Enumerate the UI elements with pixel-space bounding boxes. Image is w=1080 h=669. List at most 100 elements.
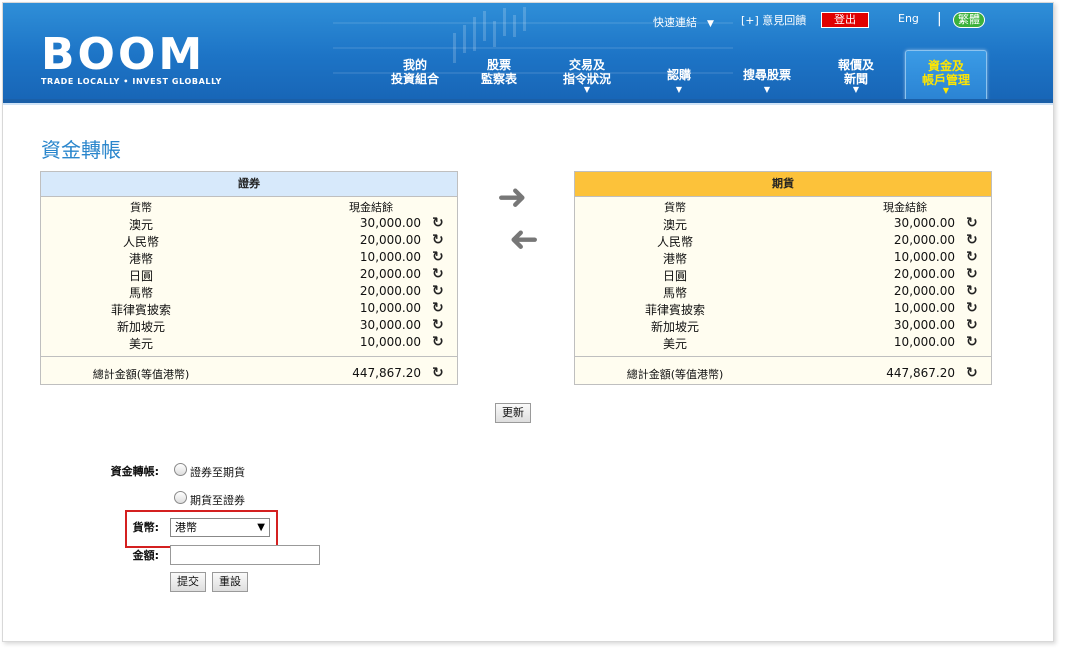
reset-button[interactable]: 重設 (212, 572, 248, 592)
update-button[interactable]: 更新 (495, 403, 531, 423)
radio-futures-to-securities[interactable] (174, 491, 187, 504)
refresh-icon[interactable]: ↻ (966, 318, 980, 333)
currency-name: 日圓 (662, 269, 687, 283)
refresh-icon[interactable]: ↻ (966, 250, 980, 265)
cash-balance: 20,000.00 (893, 267, 955, 281)
divider (41, 356, 457, 357)
currency-name: 新加坡元 (650, 320, 699, 334)
nav-label: 認購 (666, 68, 691, 82)
balance-row: 港幣 10,000.00 ↻ (575, 250, 991, 267)
refresh-icon[interactable]: ↻ (966, 216, 980, 231)
refresh-icon[interactable]: ↻ (966, 284, 980, 299)
feedback-link[interactable]: [+] 意見回饋 (741, 12, 806, 28)
chevron-down-icon: ▼ (583, 85, 591, 94)
currency-select[interactable]: 港幣 ▼ (170, 518, 270, 537)
cash-balance: 30,000.00 (893, 318, 955, 332)
radio-securities-to-futures[interactable] (174, 463, 187, 476)
nav-funds-account[interactable]: 資金及 帳戶管理 ▼ (905, 50, 987, 104)
balance-row: 美元 10,000.00 ↻ (575, 335, 991, 352)
refresh-icon[interactable]: ↻ (432, 267, 446, 282)
page-title: 資金轉帳 (41, 138, 121, 162)
amount-label: 金額: (132, 549, 159, 562)
amount-input[interactable] (170, 545, 320, 565)
currency-name: 馬幣 (662, 286, 687, 300)
balance-row: 日圓 20,000.00 ↻ (575, 267, 991, 284)
cash-column-header: 現金結餘 (883, 201, 927, 214)
transfer-direction-arrows: ➜ ➜ (497, 177, 539, 261)
nav-watchlist[interactable]: 股票 監察表 (459, 58, 539, 86)
nav-stock-search[interactable]: 搜尋股票 ▼ (727, 68, 807, 94)
arrow-left-icon: ➜ (508, 219, 539, 260)
boom-logo[interactable]: BOOM TRADE LOCALLY • INVEST GLOBALLY (41, 33, 222, 87)
cash-balance: 10,000.00 (893, 250, 955, 264)
radio-securities-to-futures-label: 證券至期貨 (190, 466, 245, 479)
cash-balance: 20,000.00 (893, 284, 955, 298)
header-bar: BOOM TRADE LOCALLY • INVEST GLOBALLY 快速連… (3, 3, 1053, 104)
currency-label: 貨幣: (132, 521, 159, 534)
refresh-icon[interactable]: ↻ (432, 318, 446, 333)
balance-row: 澳元 30,000.00 ↻ (41, 216, 457, 233)
nav-quotes-news[interactable]: 報價及 新聞 ▼ (816, 58, 896, 94)
balance-row: 人民幣 20,000.00 ↻ (41, 233, 457, 250)
currency-column-header: 貨幣 (664, 201, 686, 214)
refresh-icon[interactable]: ↻ (966, 366, 980, 381)
nav-ipo[interactable]: 認購 ▼ (639, 68, 719, 94)
chevron-down-icon: ▼ (942, 86, 950, 95)
balance-row: 美元 10,000.00 ↻ (41, 335, 457, 352)
currency-name: 馬幣 (128, 286, 153, 300)
refresh-icon[interactable]: ↻ (966, 267, 980, 282)
nav-label: 指令狀況 (562, 72, 611, 86)
refresh-icon[interactable]: ↻ (432, 233, 446, 248)
refresh-icon[interactable]: ↻ (432, 216, 446, 231)
balance-row: 新加坡元 30,000.00 ↻ (575, 318, 991, 335)
currency-column-header: 貨幣 (130, 201, 152, 214)
nav-label: 我的 (402, 58, 427, 72)
balance-row: 日圓 20,000.00 ↻ (41, 267, 457, 284)
currency-select-value: 港幣 (175, 521, 197, 534)
chevron-down-icon: ▼ (763, 85, 771, 94)
currency-name: 新加坡元 (116, 320, 165, 334)
cash-balance: 30,000.00 (359, 216, 421, 230)
divider: | (937, 11, 942, 27)
nav-label: 股票 (486, 58, 511, 72)
column-header-row: 貨幣 現金結餘 (41, 199, 457, 216)
refresh-icon[interactable]: ↻ (966, 233, 980, 248)
futures-panel: 期貨 貨幣 現金結餘 澳元 30,000.00 ↻ 人民幣 20,000.00 … (574, 171, 992, 385)
cash-balance: 10,000.00 (359, 335, 421, 349)
balance-row: 港幣 10,000.00 ↻ (41, 250, 457, 267)
quick-links-label: 快速連結 (653, 16, 697, 29)
balance-row: 新加坡元 30,000.00 ↻ (41, 318, 457, 335)
refresh-icon[interactable]: ↻ (966, 301, 980, 316)
currency-name: 港幣 (128, 252, 153, 266)
header-underline-light (3, 103, 1053, 105)
balance-row: 菲律賓披索 10,000.00 ↻ (575, 301, 991, 318)
currency-name: 菲律賓披索 (110, 303, 171, 317)
total-row: 總計金額(等值港幣) 447,867.20 ↻ (41, 366, 457, 383)
total-label: 總計金額(等值港幣) (92, 368, 190, 381)
refresh-icon[interactable]: ↻ (432, 366, 446, 381)
lang-traditional-chinese-badge[interactable]: 繁體 (953, 12, 985, 28)
chevron-down-icon: ▼ (707, 19, 714, 29)
refresh-icon[interactable]: ↻ (432, 284, 446, 299)
radio-futures-to-securities-label: 期貨至證券 (190, 494, 245, 507)
nav-trade-orders[interactable]: 交易及 指令狀況 ▼ (547, 58, 627, 94)
submit-button[interactable]: 提交 (170, 572, 206, 592)
refresh-icon[interactable]: ↻ (966, 335, 980, 350)
currency-name: 美元 (128, 337, 153, 351)
cash-balance: 20,000.00 (359, 284, 421, 298)
page-frame: BOOM TRADE LOCALLY • INVEST GLOBALLY 快速連… (2, 2, 1054, 642)
logo-tagline: TRADE LOCALLY • INVEST GLOBALLY (41, 77, 222, 86)
nav-label: 投資組合 (390, 72, 439, 86)
currency-name: 人民幣 (122, 235, 159, 249)
refresh-icon[interactable]: ↻ (432, 301, 446, 316)
refresh-icon[interactable]: ↻ (432, 250, 446, 265)
quick-links-dropdown[interactable]: 快速連結 ▼ (653, 14, 714, 30)
balance-row: 馬幣 20,000.00 ↻ (41, 284, 457, 301)
logout-button[interactable]: 登出 (821, 12, 869, 28)
securities-panel: 證券 貨幣 現金結餘 澳元 30,000.00 ↻ 人民幣 20,000.00 … (40, 171, 458, 385)
currency-name: 港幣 (662, 252, 687, 266)
refresh-icon[interactable]: ↻ (432, 335, 446, 350)
lang-english-link[interactable]: Eng (898, 12, 919, 25)
cash-balance: 10,000.00 (893, 301, 955, 315)
nav-portfolio[interactable]: 我的 投資組合 (375, 58, 455, 86)
